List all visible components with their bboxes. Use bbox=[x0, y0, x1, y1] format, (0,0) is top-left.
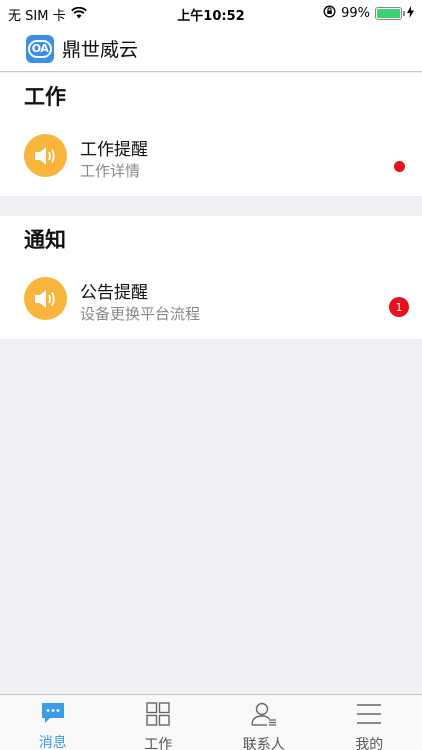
app-logo-icon: OA bbox=[26, 34, 54, 63]
tab-mine[interactable]: 我的 bbox=[317, 695, 422, 750]
speaker-icon bbox=[24, 277, 67, 320]
chat-icon bbox=[40, 701, 66, 729]
app-title: 鼎世威云 bbox=[62, 39, 139, 61]
status-right: 99% bbox=[323, 5, 414, 22]
tab-messages[interactable]: 消息 bbox=[0, 695, 106, 750]
list-item-work-reminder[interactable]: 工作提醒 工作详情 bbox=[0, 123, 422, 189]
tab-work[interactable]: 工作 bbox=[106, 695, 212, 750]
section-notice: 通知 公告提醒 设备更换平台流程 1 bbox=[0, 216, 422, 339]
tab-bar: 消息 工作 联系人 我的 bbox=[0, 694, 422, 750]
section-work: 工作 工作提醒 工作详情 bbox=[0, 73, 422, 196]
section-title: 工作 bbox=[24, 85, 66, 109]
item-title: 工作提醒 bbox=[80, 140, 148, 160]
tab-label: 消息 bbox=[38, 735, 67, 750]
item-subtitle: 设备更换平台流程 bbox=[80, 305, 201, 323]
tab-label: 联系人 bbox=[242, 737, 285, 750]
item-subtitle: 工作详情 bbox=[80, 162, 141, 180]
grid-icon bbox=[145, 701, 171, 731]
menu-icon bbox=[356, 701, 382, 731]
status-bar: 无 SIM 卡 上午10:52 99% bbox=[0, 0, 422, 26]
app-header: OA 鼎世威云 bbox=[0, 26, 422, 72]
tab-label: 工作 bbox=[144, 737, 173, 750]
contacts-icon bbox=[250, 701, 278, 731]
tab-label: 我的 bbox=[355, 737, 384, 750]
item-title: 公告提醒 bbox=[80, 283, 148, 303]
unread-dot bbox=[394, 161, 405, 172]
battery-icon bbox=[375, 7, 405, 20]
battery-percent: 99% bbox=[341, 6, 370, 21]
charging-icon bbox=[407, 5, 414, 22]
logo-text: OA bbox=[28, 39, 52, 58]
section-title: 通知 bbox=[24, 228, 66, 252]
list-item-announcement[interactable]: 公告提醒 设备更换平台流程 1 bbox=[0, 266, 422, 332]
speaker-icon bbox=[24, 134, 67, 177]
tab-contacts[interactable]: 联系人 bbox=[211, 695, 317, 750]
orientation-lock-icon bbox=[323, 5, 336, 22]
unread-badge: 1 bbox=[389, 297, 409, 317]
